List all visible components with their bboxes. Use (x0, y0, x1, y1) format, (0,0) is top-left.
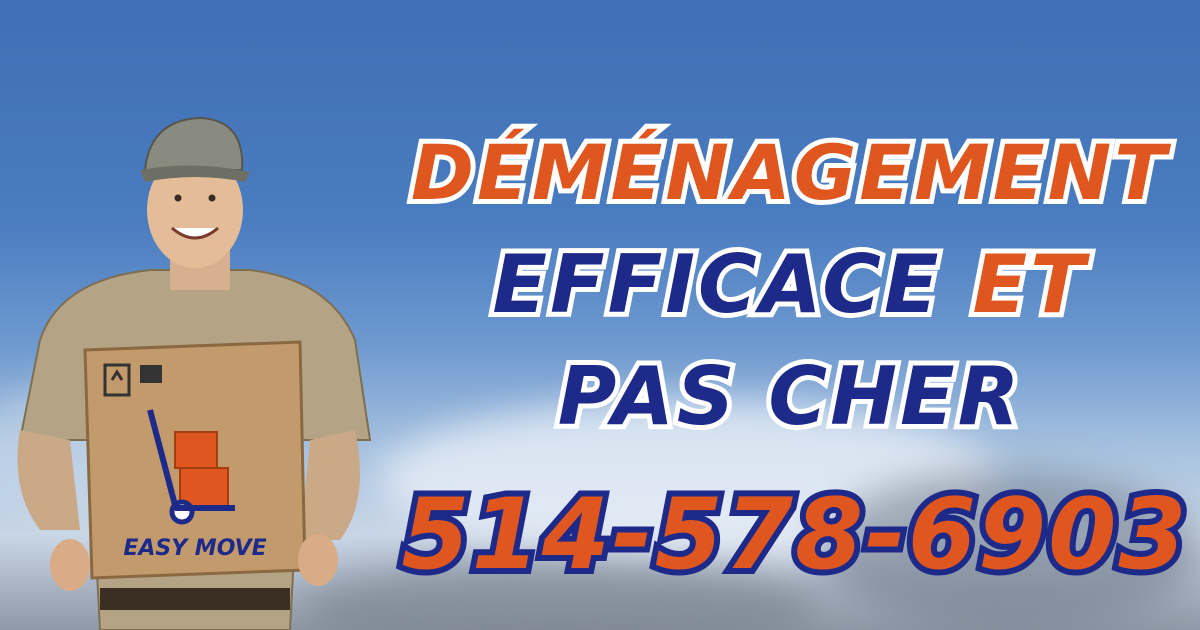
headline-line1: DÉMÉNAGEMENT (406, 123, 1171, 222)
headline-line3: PAS CHER (553, 345, 1025, 448)
headline-word-efficace: EFFICACE (487, 233, 943, 336)
headline-line2: EFFICACE ET (0, 233, 1200, 336)
phone-number[interactable]: 514-578-6903 (0, 472, 1200, 598)
headline-word-et: ET (967, 233, 1089, 336)
promo-banner: EASY MOVE DÉMÉNAGEMENT EFFICACE ET PAS C… (0, 0, 1200, 630)
